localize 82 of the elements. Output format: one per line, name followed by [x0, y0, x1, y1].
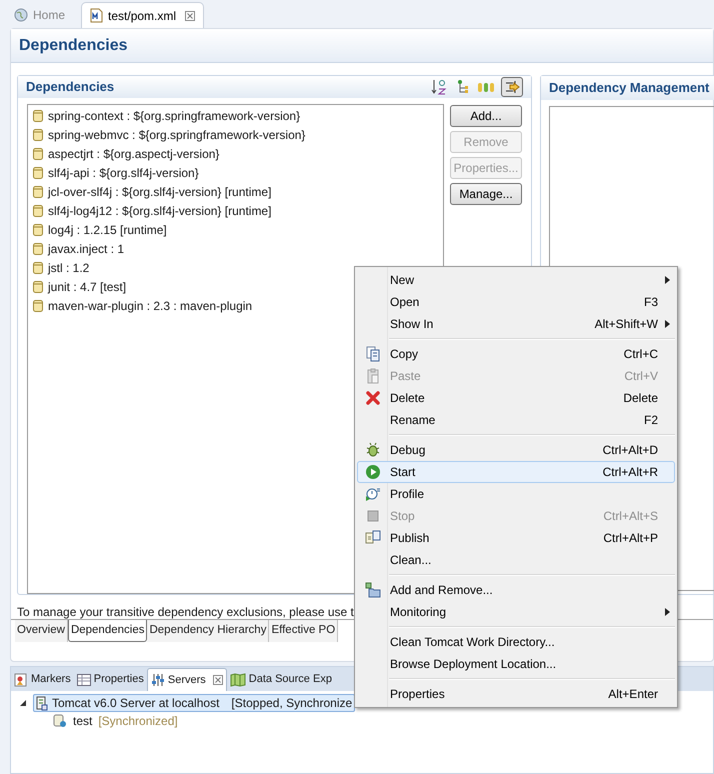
hierarchy-icon[interactable]: [455, 79, 471, 95]
filter-toggle-icon[interactable]: [501, 77, 523, 97]
close-icon[interactable]: [185, 10, 196, 20]
dependency-item[interactable]: jstl : 1.2: [48, 258, 90, 276]
dependency-item[interactable]: spring-webmvc : ${org.springframework-version}: [48, 126, 306, 144]
folder-icon: [365, 582, 381, 598]
dependency-item[interactable]: junit : 4.7 [test]: [48, 278, 126, 296]
jar-icon: [32, 204, 44, 218]
menu-item[interactable]: Clean Tomcat Work Directory...: [357, 631, 675, 653]
play-icon: [365, 464, 381, 480]
module-status: [Synchronized]: [98, 713, 178, 730]
menu-item[interactable]: Properties Alt+Enter: [357, 683, 675, 705]
jar-icon: [32, 222, 44, 236]
hint-text: To manage your transitive dependency exclusions, please use t: [17, 605, 354, 619]
menu-item[interactable]: Show In Alt+Shift+W: [357, 313, 675, 335]
jar-icon: [32, 280, 44, 294]
globe-icon: [14, 8, 28, 22]
dependency-item[interactable]: log4j : 1.2.15 [runtime]: [48, 220, 167, 238]
menu-item[interactable]: Copy Ctrl+C: [357, 343, 675, 365]
view-tab[interactable]: Properties: [74, 668, 147, 691]
dependency-item[interactable]: slf4j-log4j12 : ${org.slf4j-version} [runtime]: [48, 202, 272, 220]
section-title: Dependency Management: [549, 79, 710, 98]
page-tab[interactable]: Overview: [15, 620, 68, 642]
server-status: [Stopped, Synchronize: [231, 695, 352, 712]
menu-item[interactable]: Start Ctrl+Alt+R: [357, 461, 675, 483]
module-icon: [53, 714, 67, 728]
close-icon[interactable]: [212, 675, 223, 685]
stop-icon: [365, 508, 381, 524]
bug-icon: [365, 442, 381, 458]
page-title: Dependencies: [19, 36, 128, 56]
dependency-item[interactable]: aspectjrt : ${org.aspectj-version}: [48, 144, 220, 162]
menu-item[interactable]: Open F3: [357, 291, 675, 313]
map-icon: [230, 672, 246, 686]
view-tab[interactable]: Markers: [11, 668, 74, 691]
jar-icon: [32, 128, 44, 142]
menu-item[interactable]: Clean...: [357, 549, 675, 571]
jar-icon: [32, 108, 44, 122]
editor-tab[interactable]: test/pom.xml: [81, 2, 204, 28]
copy-icon: [365, 346, 381, 362]
dialog-button[interactable]: Manage...: [450, 183, 522, 205]
delete-icon: [365, 390, 381, 406]
view-tab[interactable]: Data Source Exp: [226, 668, 335, 691]
dependency-item[interactable]: slf4j-api : ${org.slf4j-version}: [48, 164, 199, 182]
dependency-item[interactable]: maven-war-plugin : 2.3 : maven-plugin: [48, 296, 252, 314]
sort-icon[interactable]: [431, 78, 449, 96]
module-name: test: [73, 713, 92, 730]
maven-file-icon: [90, 8, 104, 23]
sliders-icon: [150, 673, 165, 687]
jar-icon: [32, 184, 44, 198]
jar-icon: [32, 242, 44, 256]
dependency-item[interactable]: spring-context : ${org.springframework-version}: [48, 106, 300, 124]
menu-item[interactable]: Browse Deployment Location...: [357, 653, 675, 675]
stopwatch-icon: [365, 486, 381, 502]
dependency-item[interactable]: javax.inject : 1: [48, 240, 124, 258]
server-row[interactable]: Tomcat v6.0 Server at localhost [Stopped, Synchronize: [33, 694, 356, 712]
menu-item[interactable]: Publish Ctrl+Alt+P: [357, 527, 675, 549]
tree-toggle-icon[interactable]: [19, 699, 27, 707]
menu-item[interactable]: Add and Remove...: [357, 579, 675, 601]
menu-item[interactable]: Debug Ctrl+Alt+D: [357, 439, 675, 461]
page-tab[interactable]: Effective PO: [269, 620, 338, 642]
columns-icon[interactable]: [477, 80, 495, 94]
jar-icon: [32, 260, 44, 274]
dependency-item[interactable]: jcl-over-slf4j : ${org.slf4j-version} [runtime]: [48, 182, 272, 200]
view-tab[interactable]: Servers: [146, 668, 227, 691]
dialog-button[interactable]: Add...: [450, 105, 522, 127]
section-title: Dependencies: [26, 78, 114, 96]
publish-icon: [365, 530, 381, 546]
menu-item[interactable]: Monitoring: [357, 601, 675, 623]
menu-item[interactable]: Rename F2: [357, 409, 675, 431]
menu-item[interactable]: Delete Delete: [357, 387, 675, 409]
menu-item[interactable]: Profile: [357, 483, 675, 505]
jar-icon: [32, 146, 44, 160]
jar-icon: [32, 166, 44, 180]
paste-icon: [365, 368, 381, 384]
jar-icon: [32, 298, 44, 312]
server-icon: [36, 696, 48, 710]
menu-item[interactable]: New: [357, 269, 675, 291]
server-name: Tomcat v6.0 Server at localhost: [52, 695, 220, 712]
page-tab[interactable]: Dependency Hierarchy: [147, 620, 270, 642]
markers-icon: [14, 672, 28, 686]
properties-icon: [76, 674, 91, 686]
page-tab[interactable]: Dependencies: [68, 620, 148, 642]
